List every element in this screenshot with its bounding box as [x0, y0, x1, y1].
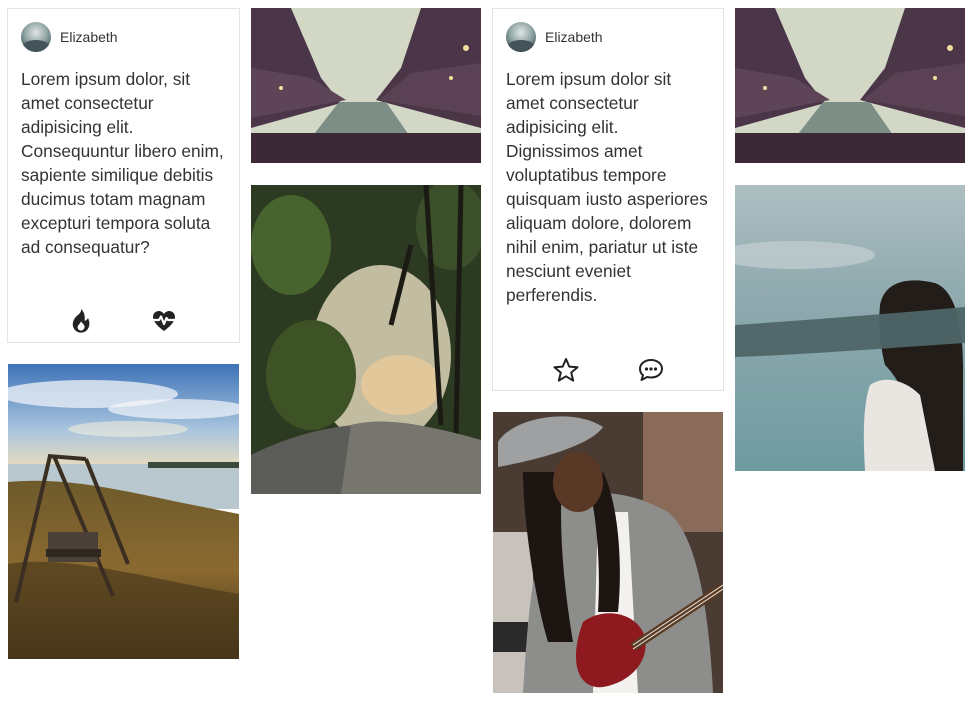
post-text: Lorem ipsum dolor, sit amet consectetur …: [21, 69, 224, 257]
lake-swing-photo[interactable]: [8, 364, 239, 659]
guitar-woman-photo[interactable]: [493, 412, 723, 693]
star-icon[interactable]: [553, 357, 579, 383]
author-name[interactable]: Elizabeth: [545, 29, 603, 45]
post-card: Elizabeth Lorem ipsum dolor, sit amet co…: [7, 8, 240, 343]
post-card: Elizabeth Lorem ipsum dolor sit amet con…: [492, 8, 724, 391]
comment-icon[interactable]: [638, 357, 664, 383]
fire-icon[interactable]: [68, 308, 94, 334]
author-name[interactable]: Elizabeth: [60, 29, 118, 45]
forest-rock-photo[interactable]: [251, 185, 481, 494]
canal-city-photo[interactable]: [735, 8, 965, 163]
card-header: Elizabeth: [21, 22, 118, 52]
post-text: Lorem ipsum dolor sit amet consectetur a…: [506, 69, 708, 305]
blindfold-woman-photo[interactable]: [735, 185, 965, 471]
canal-city-photo[interactable]: [251, 8, 481, 163]
avatar[interactable]: [21, 22, 51, 52]
card-header: Elizabeth: [506, 22, 603, 52]
heartbeat-icon[interactable]: [151, 308, 177, 334]
avatar[interactable]: [506, 22, 536, 52]
